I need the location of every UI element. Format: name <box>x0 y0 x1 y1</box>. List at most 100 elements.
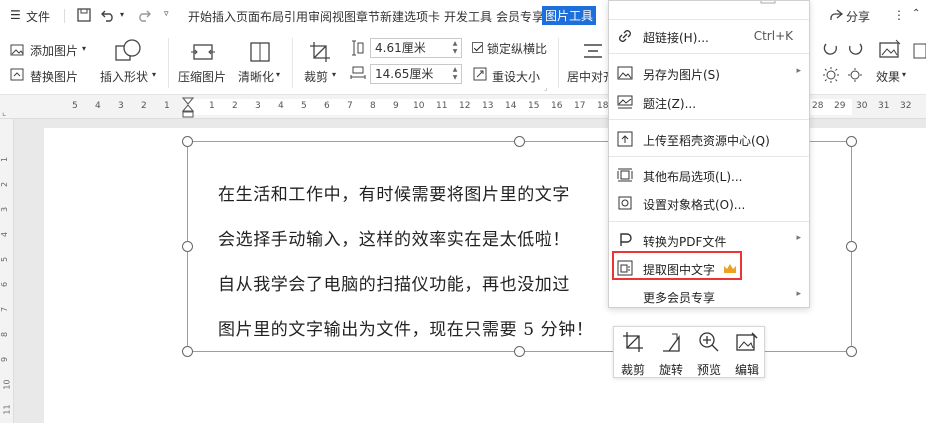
brightness-icon[interactable] <box>822 66 840 84</box>
ruler-tick: 5 <box>72 101 78 111</box>
spinner-arrows-icon[interactable]: ▲ ▼ <box>451 40 459 56</box>
reset-size-button[interactable]: 重设大小 <box>492 68 540 85</box>
ruler-tick: 14 <box>505 101 517 111</box>
effects-button[interactable]: 效果 <box>876 68 900 85</box>
menu-item-member-more[interactable]: 更多会员专享 ▸ <box>609 282 809 310</box>
collapse-ribbon-icon[interactable]: ⌃ <box>912 8 920 19</box>
tab-insert[interactable]: 插入 <box>212 8 236 25</box>
menu-divider <box>609 53 809 54</box>
insert-shape-button[interactable]: 插入形状 <box>100 68 148 85</box>
menu-item-hyperlink[interactable]: 超链接(H)... Ctrl+K <box>609 22 809 50</box>
divider <box>558 38 559 88</box>
compress-picture-button[interactable]: 压缩图片 <box>178 68 226 85</box>
resize-handle-bottom-right[interactable] <box>846 346 857 357</box>
menu-item-convert-pdf[interactable]: 转换为PDF文件 ▸ <box>609 226 809 254</box>
lock-ratio-checkbox[interactable] <box>472 42 483 53</box>
redo-icon[interactable] <box>136 7 152 23</box>
resize-handle-top-right[interactable] <box>846 136 857 147</box>
rotate-left-icon[interactable] <box>822 40 840 58</box>
ruler-tick: 32 <box>900 101 912 111</box>
height-value: 4.61厘米 <box>375 41 426 55</box>
effects-icon <box>879 39 901 58</box>
tab-start[interactable]: 开始 <box>188 8 212 25</box>
menu-item-layout-options[interactable]: 其他布局选项(L)... <box>609 161 809 189</box>
height-input[interactable]: 4.61厘米 ▲ ▼ <box>370 38 462 58</box>
ruler-tick: 9 <box>0 356 10 363</box>
ruler-tick: 7 <box>347 101 353 111</box>
chevron-down-icon[interactable]: ▾ <box>332 70 336 79</box>
undo-icon[interactable] <box>100 7 116 23</box>
resize-handle-top[interactable] <box>514 136 525 147</box>
hamburger-menu-icon[interactable]: ☰ <box>10 8 21 22</box>
mini-rotate-button[interactable]: 旋转 <box>652 327 690 379</box>
mini-preview-button[interactable]: 预览 <box>690 327 728 379</box>
resize-handle-bottom-left[interactable] <box>182 346 193 357</box>
menu-item-format-object[interactable]: 设置对象格式(O)... <box>609 189 809 217</box>
tab-stop-icon[interactable]: ⌞ <box>2 108 6 118</box>
menu-item-save-as-picture[interactable]: 另存为图片(S) ▸ <box>609 59 809 87</box>
chevron-right-icon: ▸ <box>796 66 801 76</box>
resize-handle-top-left[interactable] <box>182 136 193 147</box>
dialog-launcher-icon[interactable]: ⌟ <box>544 84 547 92</box>
ruler-tick: 8 <box>370 101 376 111</box>
ruler-tick: 30 <box>856 101 868 111</box>
center-align-icon <box>584 44 602 58</box>
menu-item-label: 上传至稻壳资源中心(Q) <box>643 134 770 148</box>
pdf-icon <box>620 233 632 246</box>
crop-button[interactable]: 裁剪 <box>304 68 328 85</box>
tab-view[interactable]: 视图 <box>332 8 356 25</box>
replace-picture-button[interactable]: 替换图片 <box>30 68 78 85</box>
caption-icon <box>617 95 633 109</box>
chevron-down-icon[interactable]: ▾ <box>902 70 906 79</box>
chevron-down-icon[interactable]: ▾ <box>152 70 156 79</box>
tab-chapter[interactable]: 章节 <box>356 8 380 25</box>
resize-handle-bottom[interactable] <box>514 346 525 357</box>
menu-item-label: 其他布局选项(L)... <box>643 170 743 184</box>
menu-item-partial[interactable] <box>609 1 809 15</box>
tab-references[interactable]: 引用 <box>284 8 308 25</box>
share-button[interactable]: 分享 <box>846 8 870 25</box>
quick-access-more-icon[interactable]: ▿ <box>164 9 169 19</box>
rotate-right-icon[interactable] <box>846 40 864 58</box>
tab-developer[interactable]: 开发工具 <box>444 8 492 25</box>
tab-new-tab[interactable]: 新建选项卡 <box>380 8 440 25</box>
crop-icon <box>623 332 643 352</box>
tab-picture-tools[interactable]: 图片工具 <box>542 6 597 25</box>
width-input[interactable]: 14.65厘米 ▲ ▼ <box>370 64 462 84</box>
share-icon[interactable] <box>828 7 844 23</box>
menu-item-label: 设置对象格式(O)... <box>643 198 746 212</box>
file-menu[interactable]: 文件 <box>26 8 50 25</box>
resize-handle-left[interactable] <box>182 241 193 252</box>
ruler-tick: 6 <box>324 101 330 111</box>
save-icon[interactable] <box>76 7 92 23</box>
edit-picture-icon <box>736 332 758 351</box>
tab-page-layout[interactable]: 页面布局 <box>236 8 284 25</box>
contrast-icon[interactable] <box>846 66 864 84</box>
partial-icon <box>760 1 776 4</box>
menu-item-caption[interactable]: 题注(Z)... <box>609 88 809 116</box>
spinner-arrows-icon[interactable]: ▲ ▼ <box>451 66 459 82</box>
clarity-button[interactable]: 清晰化 <box>238 68 274 85</box>
chevron-down-icon[interactable]: ▾ <box>276 70 280 79</box>
format-object-icon <box>618 196 632 210</box>
ruler-tick: 9 <box>393 101 399 111</box>
add-picture-button[interactable]: 添加图片 <box>30 42 78 59</box>
chevron-down-icon[interactable]: ▾ <box>82 44 86 53</box>
menu-divider <box>609 221 809 222</box>
lock-ratio-label: 锁定纵横比 <box>487 42 548 56</box>
tab-review[interactable]: 审阅 <box>308 8 332 25</box>
tab-member[interactable]: 会员专享 <box>496 8 544 25</box>
mini-crop-button[interactable]: 裁剪 <box>614 327 652 379</box>
menu-item-upload[interactable]: 上传至稻壳资源中心(Q) <box>609 125 809 153</box>
height-icon <box>352 40 364 56</box>
picture-text-line: 自从我学会了电脑的扫描仪功能，再也没加过 <box>218 275 570 295</box>
indent-marker-icon[interactable] <box>182 97 194 119</box>
resize-handle-right[interactable] <box>846 241 857 252</box>
ruler-tick: 4 <box>0 231 10 238</box>
more-options-icon[interactable]: ⋮ <box>893 8 905 22</box>
vertical-ruler[interactable]: 1 2 3 4 5 6 7 8 9 10 11 <box>0 119 14 423</box>
mini-edit-button[interactable]: 编辑 <box>728 327 766 379</box>
undo-dropdown-icon[interactable]: ▾ <box>120 10 124 19</box>
menu-item-label: 超链接(H)... <box>643 31 709 45</box>
ruler-tick: 12 <box>459 101 471 111</box>
